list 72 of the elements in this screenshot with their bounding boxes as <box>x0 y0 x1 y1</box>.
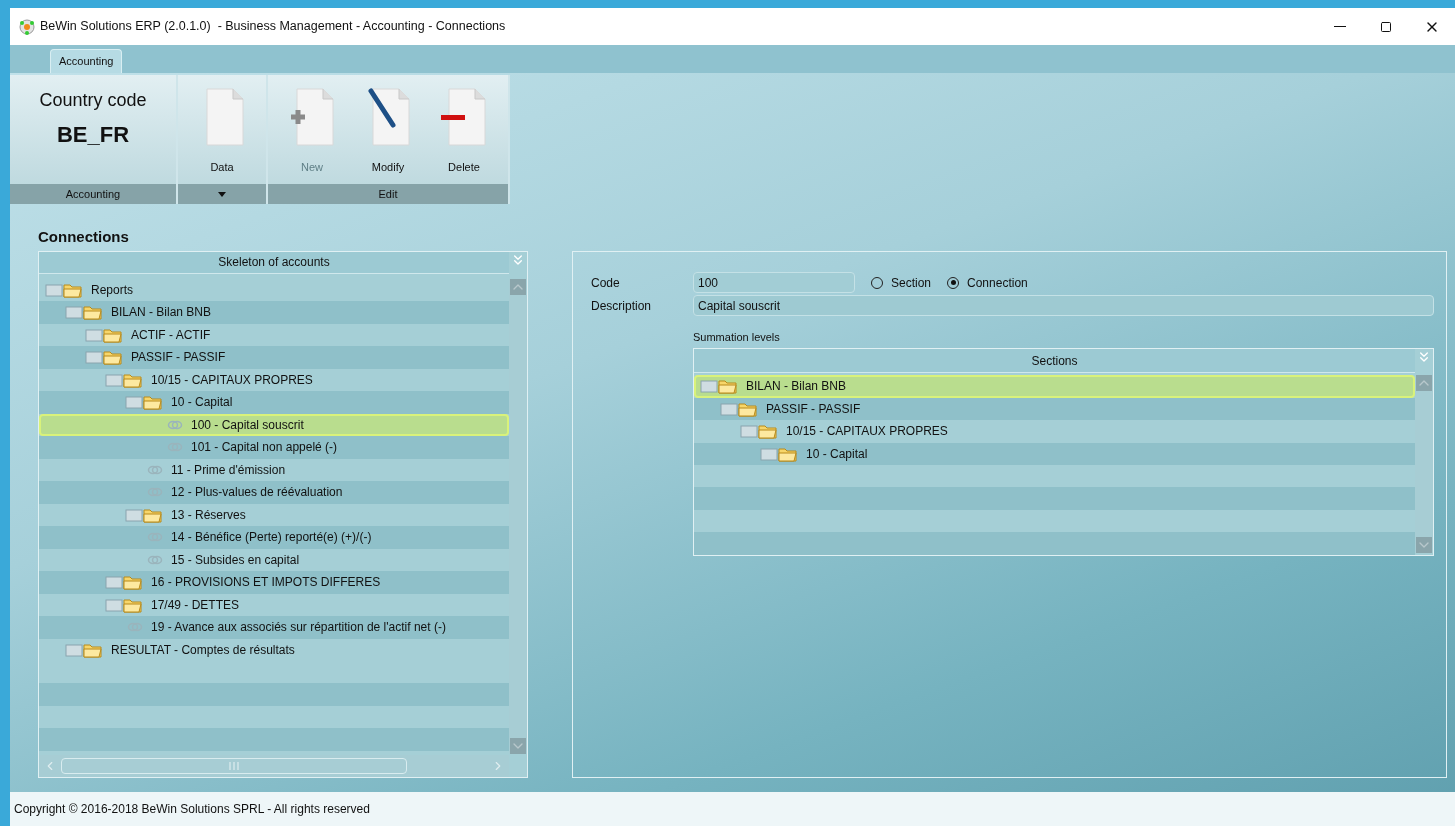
document-icon <box>365 87 411 147</box>
tree-item[interactable]: 12 - Plus-values de réévaluation <box>39 481 509 504</box>
link-icon <box>147 553 163 566</box>
country-code-caption: Country code <box>39 89 147 112</box>
document-icon <box>441 87 487 147</box>
folder-icon <box>125 506 163 523</box>
folder-icon <box>740 423 778 440</box>
folder-icon <box>125 394 163 411</box>
link-icon <box>147 463 163 476</box>
tree-item[interactable]: PASSIF - PASSIF <box>694 397 1415 420</box>
folder-icon <box>85 349 123 366</box>
scroll-down-icon[interactable] <box>1416 537 1432 553</box>
tree-item[interactable]: 10 - Capital <box>39 391 509 414</box>
scroll-down-icon[interactable] <box>510 737 526 754</box>
tree-item[interactable]: 10/15 - CAPITAUX PROPRES <box>694 420 1415 443</box>
tree-item[interactable]: PASSIF - PASSIF <box>39 346 509 369</box>
folder-icon <box>85 326 123 343</box>
folder-icon <box>105 574 143 591</box>
tree-item[interactable]: Reports <box>39 278 509 301</box>
folder-icon <box>720 400 758 417</box>
ribbon-tab[interactable]: Accounting <box>50 49 123 73</box>
column-header: Sections <box>694 349 1415 373</box>
radio-option[interactable]: Section <box>871 273 932 292</box>
folder-icon <box>65 304 103 321</box>
group-label: Edit <box>378 186 398 202</box>
folder-icon <box>65 641 103 658</box>
app-logo-icon <box>18 17 36 36</box>
folder-icon <box>105 371 143 388</box>
tree-item[interactable]: RESULTAT - Comptes de résultats <box>39 638 509 661</box>
ribbon-button[interactable]: Delete <box>428 87 500 176</box>
ribbon-button[interactable]: Modify <box>352 87 424 176</box>
scroll-thumb[interactable] <box>61 757 407 774</box>
ribbon-button[interactable]: Data <box>186 87 258 176</box>
description-field[interactable]: Capital souscrit <box>693 295 1434 316</box>
tree-item[interactable]: 100 - Capital souscrit <box>39 413 509 436</box>
tree-item[interactable]: 101 - Capital non appelé (-) <box>39 436 509 459</box>
minimize-icon <box>1334 26 1346 27</box>
scroll-up-icon[interactable] <box>1416 375 1432 391</box>
vertical-scrollbar[interactable] <box>1415 375 1433 553</box>
maximize-icon <box>1380 20 1392 33</box>
radio-option[interactable]: Connection <box>947 273 1028 292</box>
tree-item[interactable]: ACTIF - ACTIF <box>39 323 509 346</box>
folder-icon <box>700 378 738 395</box>
tree-item[interactable]: 11 - Prime d'émission <box>39 458 509 481</box>
folder-icon <box>105 596 143 613</box>
link-icon <box>167 418 183 431</box>
code-label: Code <box>591 274 621 292</box>
column-header: Skeleton of accounts <box>39 251 509 274</box>
tree-item[interactable]: 10/15 - CAPITAUX PROPRES <box>39 368 509 391</box>
vertical-scrollbar[interactable] <box>509 278 527 754</box>
tree-item[interactable]: 17/49 - DETTES <box>39 593 509 616</box>
tree-item[interactable]: 13 - Réserves <box>39 503 509 526</box>
tree-item[interactable]: BILAN - Bilan BNB <box>39 301 509 324</box>
group-label: Accounting <box>65 186 121 202</box>
tree-item[interactable]: BILAN - Bilan BNB <box>694 375 1415 398</box>
status-bar: Copyright © 2016-2018 BeWin Solutions SPRL - All rights reserved <box>10 792 1455 826</box>
scroll-up-icon[interactable] <box>510 278 526 295</box>
tree-item[interactable]: 15 - Subsides en capital <box>39 548 509 571</box>
tree-item[interactable]: 10 - Capital <box>694 442 1415 465</box>
country-code-value: BE_FR <box>56 121 130 149</box>
description-label: Description <box>591 297 653 315</box>
folder-icon <box>760 445 798 462</box>
code-field[interactable]: 100 <box>693 272 855 293</box>
window-title: BeWin Solutions ERP (2.0.1.0) - Business Management - Accounting - Connections <box>40 18 506 36</box>
caret-icon[interactable] <box>218 191 226 197</box>
folder-icon <box>45 281 83 298</box>
document-icon <box>289 87 335 147</box>
tree-item[interactable]: 16 - PROVISIONS ET IMPOTS DIFFERES <box>39 571 509 594</box>
tree-item[interactable]: 19 - Avance aux associés sur répartition de l'actif net (-) <box>39 616 509 639</box>
tree-item[interactable]: 14 - Bénéfice (Perte) reporté(e) (+)/(-) <box>39 526 509 549</box>
summation-label: Summation levels <box>693 329 781 345</box>
page-title: Connections <box>38 227 130 247</box>
